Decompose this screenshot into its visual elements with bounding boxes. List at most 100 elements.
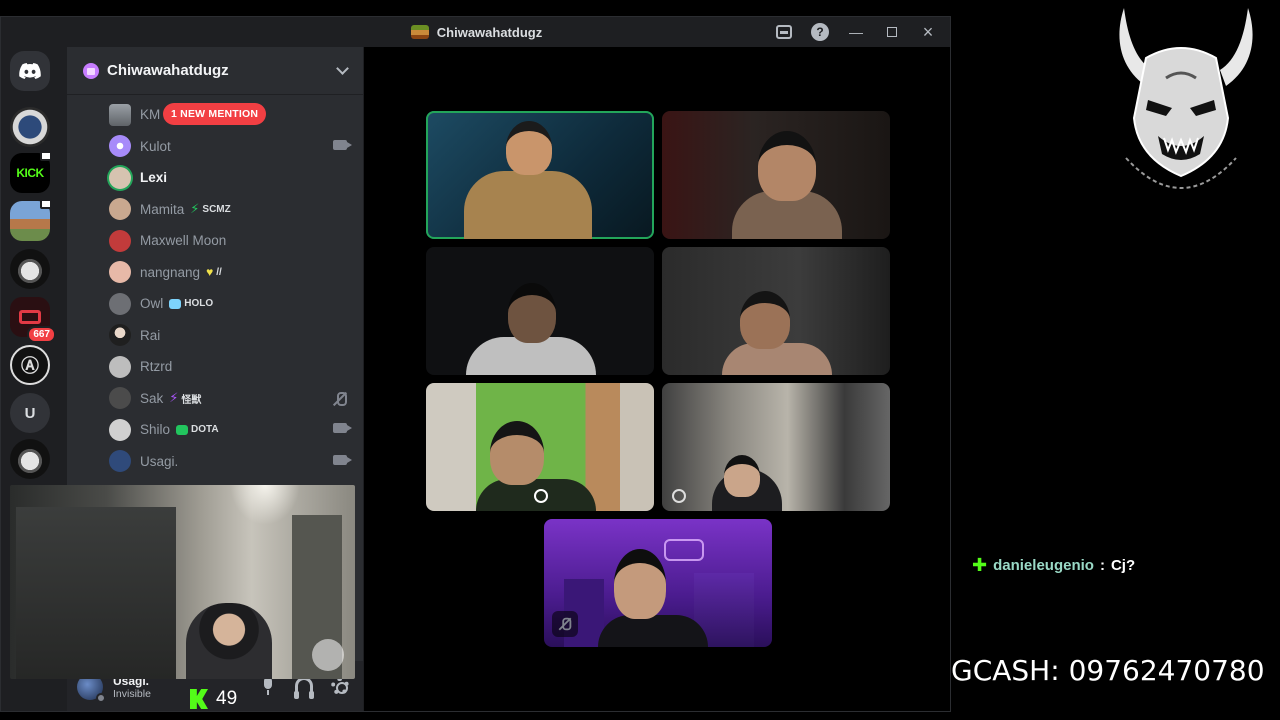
chat-message: ✚ danieleugenio : Cj? [972, 556, 1135, 574]
maximize-button[interactable] [874, 17, 910, 47]
video-tile[interactable] [426, 111, 654, 239]
close-icon: × [922, 21, 934, 42]
discord-window: Chiwawahatdugz ? — × KICK 667 Ⓐ U Chiwaw… [0, 16, 951, 712]
member-name: Rtzrd [140, 359, 173, 375]
guild-tag: ♥// [206, 265, 222, 280]
discord-logo-icon [10, 51, 50, 91]
kick-logo-icon [190, 689, 208, 709]
member-name: Mamita [140, 201, 185, 217]
server-red[interactable]: 667 [10, 297, 56, 343]
video-tile[interactable] [662, 383, 890, 511]
heart-icon: ♥ [206, 265, 214, 280]
minimize-button[interactable]: — [838, 17, 874, 47]
server-oni[interactable] [10, 249, 50, 289]
member-name: Kulot [140, 138, 171, 154]
video-tile[interactable] [544, 519, 772, 647]
gear-icon[interactable] [331, 677, 349, 695]
lightning-icon: ⚡ [190, 201, 200, 217]
chat-separator: : [1099, 556, 1105, 574]
voice-member-list: KM 1 NEW MENTION Kulot Lexi Mamita ⚡ SCMZ… [67, 99, 363, 477]
avatar [109, 355, 131, 378]
member-name: Owl [140, 296, 164, 312]
stream-icon [666, 483, 692, 509]
video-tile[interactable] [662, 111, 890, 239]
stream-badge-icon [40, 151, 52, 161]
chat-badge-icon: ✚ [972, 555, 988, 575]
server-ap[interactable]: Ⓐ [10, 345, 50, 385]
donation-info: GCASH: 09762470780 [951, 654, 1265, 687]
oni-mask-logo [1106, 8, 1256, 204]
voice-member-nangnang[interactable]: nangnang ♥// [67, 257, 363, 289]
server-photo[interactable] [10, 199, 52, 241]
avatar [109, 229, 131, 252]
home-button[interactable] [10, 51, 50, 91]
oni-mask-icon [10, 249, 50, 289]
camera-icon [333, 423, 352, 433]
voice-member-km[interactable]: KM 1 NEW MENTION [67, 99, 363, 131]
camera-icon [333, 139, 352, 150]
avatar [109, 135, 131, 158]
microphone-icon[interactable] [259, 677, 277, 695]
guild-name: Chiwawahatdugz [107, 62, 229, 79]
guild-tag: ⚡ SCMZ [190, 201, 231, 217]
avatar [109, 198, 131, 221]
avatar [109, 261, 131, 284]
chat-username: danieleugenio [993, 556, 1094, 574]
member-name: Usagi. [140, 453, 179, 469]
member-name: KM [140, 107, 161, 123]
server-kick[interactable]: KICK [10, 151, 52, 193]
title-bar: Chiwawahatdugz ? — × [1, 17, 950, 47]
stream-icon [528, 483, 554, 509]
server-oni-2[interactable] [10, 439, 50, 479]
avatar [109, 418, 131, 441]
u-server-icon: U [10, 393, 50, 433]
streamer-silhouette [186, 603, 272, 679]
member-name: Shilo [140, 422, 171, 438]
new-mention-badge[interactable]: 1 NEW MENTION [163, 103, 267, 125]
member-name: Rai [140, 327, 161, 343]
voice-member-lexi[interactable]: Lexi [67, 162, 363, 194]
server-seal[interactable] [10, 107, 50, 147]
avatar [109, 166, 131, 189]
voice-member-usagi[interactable]: Usagi. [67, 446, 363, 478]
invisible-status-icon [96, 693, 106, 703]
avatar [109, 324, 131, 347]
guild-tag: ⚡ 怪獣 [169, 390, 202, 406]
help-button[interactable]: ? [802, 17, 838, 47]
guild-header[interactable]: Chiwawahatdugz [67, 47, 363, 95]
avatar [109, 450, 131, 473]
video-tile[interactable] [426, 383, 654, 511]
lightning-icon: ⚡ [169, 390, 179, 406]
chevron-down-icon [336, 61, 349, 75]
guild-home-icon [83, 62, 99, 79]
video-tile[interactable] [662, 247, 890, 375]
member-name: Sak [140, 390, 164, 406]
voice-member-rtzrd[interactable]: Rtzrd [67, 351, 363, 383]
voice-member-mamita[interactable]: Mamita ⚡ SCMZ [67, 194, 363, 226]
inbox-icon [776, 25, 792, 39]
avatar [109, 292, 131, 315]
headphones-icon[interactable] [294, 677, 314, 699]
kick-viewer-counter: 49 [190, 688, 237, 710]
member-name: nangnang [140, 264, 201, 280]
voice-member-kulot[interactable]: Kulot [67, 131, 363, 163]
maximize-icon [887, 27, 897, 37]
mic-off-icon [552, 611, 578, 637]
camera-icon [333, 454, 352, 465]
voice-member-rai[interactable]: Rai [67, 320, 363, 352]
tag-badge-icon [176, 424, 189, 435]
member-name: Maxwell Moon [140, 233, 227, 249]
mic-off-icon [333, 391, 347, 406]
server-u[interactable]: U [10, 393, 50, 433]
minimize-icon: — [849, 24, 863, 40]
oni-mask-icon [10, 439, 50, 479]
inbox-button[interactable] [766, 17, 802, 47]
voice-member-sak[interactable]: Sak ⚡ 怪獣 [67, 383, 363, 415]
voice-member-shilo[interactable]: Shilo DOTA [67, 414, 363, 446]
window-title: Chiwawahatdugz [410, 25, 542, 40]
video-tile[interactable] [426, 247, 654, 375]
close-button[interactable]: × [910, 17, 946, 47]
voice-member-maxwell-moon[interactable]: Maxwell Moon [67, 225, 363, 257]
voice-member-owl[interactable]: Owl HOLO [67, 288, 363, 320]
guild-tag: DOTA [176, 424, 219, 435]
